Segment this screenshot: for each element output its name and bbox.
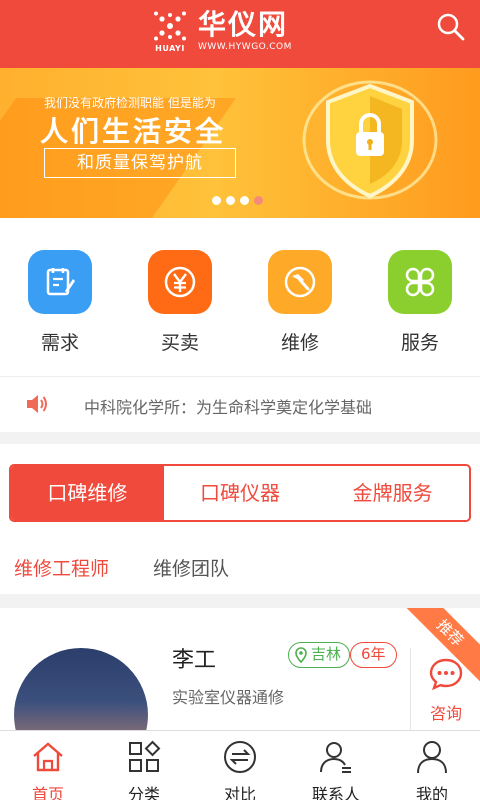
hammer-icon — [268, 250, 332, 314]
banner-tagline: 和质量保驾护航 — [44, 148, 236, 178]
brand-mark-icon: HUAYI — [150, 11, 190, 53]
carousel-dot[interactable] — [212, 196, 221, 205]
chat-bubble-icon — [429, 658, 463, 691]
recommend-section: 口碑维修 口碑仪器 金牌服务 维修工程师 维修团队 — [0, 444, 480, 594]
app-header: HUAYI 华仪网 WWW.HYWGO.COM — [0, 0, 480, 68]
segment-control: 口碑维修 口碑仪器 金牌服务 — [9, 464, 471, 522]
location-text: 吉林 — [311, 645, 342, 663]
carousel-dot-active[interactable] — [254, 196, 263, 205]
category-label: 买卖 — [160, 332, 199, 354]
category-repair[interactable]: 维修 — [240, 218, 360, 376]
search-button[interactable] — [436, 12, 466, 42]
grid-clover-icon — [388, 250, 452, 314]
promo-banner[interactable]: 我们没有政府检测职能 但是能为 人们生活安全 和质量保驾护航 — [0, 68, 480, 218]
category-label: 维修 — [280, 332, 319, 354]
tab-repair-engineer[interactable]: 维修工程师 — [14, 554, 109, 581]
news-ticker-text[interactable]: 中科院化学所：为生命科学奠定化学基础 — [84, 394, 372, 418]
shield-lock-icon — [302, 80, 438, 200]
tab-repair-team[interactable]: 维修团队 — [153, 554, 229, 581]
avatar — [14, 648, 148, 738]
contacts-icon — [320, 742, 351, 773]
news-ticker[interactable]: 中科院化学所：为生命科学奠定化学基础 — [0, 376, 480, 432]
engineer-card[interactable]: 李工 吉林 6年 实验室仪器通修 咨询 推荐 — [0, 608, 480, 738]
yen-icon — [148, 250, 212, 314]
segment-gold-service[interactable]: 金牌服务 — [316, 466, 469, 520]
bottom-nav: 首页 分类 对比 联系人 我的 — [0, 730, 480, 800]
sub-tab-bar: 维修工程师 维修团队 — [14, 554, 229, 581]
brand-title: 华仪网 — [198, 8, 289, 41]
carousel-dot[interactable] — [226, 196, 235, 205]
location-badge: 吉林 — [288, 642, 351, 668]
nav-label: 分类 — [127, 785, 160, 800]
category-trade[interactable]: 买卖 — [120, 218, 240, 376]
brand-url: WWW.HYWGO.COM — [198, 42, 292, 52]
divider — [410, 648, 411, 738]
nav-label: 首页 — [31, 785, 64, 800]
carousel-indicators[interactable] — [212, 196, 263, 205]
search-icon — [437, 13, 465, 41]
location-pin-icon — [295, 647, 307, 663]
category-label: 需求 — [40, 332, 79, 354]
segment-reputation-instrument[interactable]: 口碑仪器 — [164, 466, 317, 520]
category-label: 服务 — [400, 332, 439, 354]
engineer-name: 李工 — [172, 648, 217, 673]
brand-mark-label: HUAYI — [155, 44, 185, 53]
category-icon — [129, 740, 161, 772]
engineer-desc: 实验室仪器通修 — [172, 688, 285, 707]
category-service[interactable]: 服务 — [360, 218, 480, 376]
nav-label: 我的 — [415, 785, 448, 800]
brand-logo[interactable]: HUAYI 华仪网 WWW.HYWGO.COM — [150, 6, 292, 56]
category-grid: 需求 买卖 维修 服务 — [0, 218, 480, 376]
carousel-dot[interactable] — [240, 196, 249, 205]
document-edit-icon — [28, 250, 92, 314]
home-icon — [33, 742, 63, 772]
category-demand[interactable]: 需求 — [0, 218, 120, 376]
nav-label: 对比 — [223, 785, 256, 800]
nav-home[interactable]: 首页 — [0, 731, 96, 800]
nav-compare[interactable]: 对比 — [192, 731, 288, 800]
banner-headline: 人们生活安全 — [40, 115, 227, 148]
profile-icon — [417, 741, 447, 774]
banner-line-1: 我们没有政府检测职能 但是能为 — [44, 96, 216, 110]
segment-reputation-repair[interactable]: 口碑维修 — [11, 466, 164, 520]
compare-icon — [224, 741, 256, 773]
nav-contacts[interactable]: 联系人 — [288, 731, 384, 800]
consult-label: 咨询 — [429, 704, 462, 723]
nav-label: 联系人 — [311, 785, 360, 800]
experience-badge: 6年 — [350, 642, 397, 668]
nav-category[interactable]: 分类 — [96, 731, 192, 800]
nav-profile[interactable]: 我的 — [384, 731, 480, 800]
speaker-icon — [27, 395, 47, 413]
